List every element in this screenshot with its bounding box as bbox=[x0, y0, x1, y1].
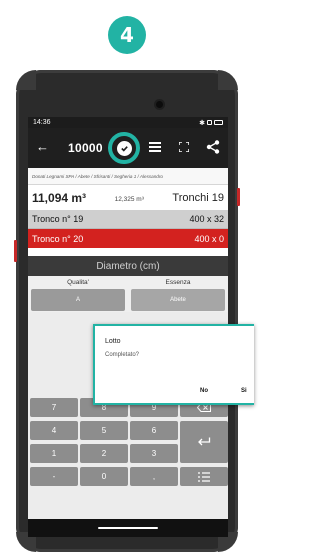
list-icon[interactable] bbox=[149, 142, 161, 153]
essenza-select[interactable]: Abete bbox=[131, 289, 225, 311]
enter-icon bbox=[198, 437, 211, 446]
key-4[interactable]: 4 bbox=[30, 421, 78, 440]
list-menu-key[interactable] bbox=[180, 467, 228, 486]
phone-bumper bbox=[218, 70, 238, 90]
row-value: 400 x 0 bbox=[194, 233, 224, 244]
diametro-field[interactable]: Diametro (cm) bbox=[28, 256, 228, 276]
battery-icon bbox=[214, 120, 223, 125]
breadcrumb-text: Donati Legnami SPA / Abete / Sfrisanti /… bbox=[32, 173, 163, 179]
qualita-header: Qualita' bbox=[67, 279, 89, 286]
complete-button[interactable] bbox=[108, 132, 140, 164]
volume-partial: 12,325 m³ bbox=[114, 196, 144, 203]
key-5[interactable]: 5 bbox=[80, 421, 128, 440]
key-1[interactable]: 1 bbox=[30, 444, 78, 463]
key-2[interactable]: 2 bbox=[80, 444, 128, 463]
essenza-header: Essenza bbox=[165, 279, 191, 286]
enter-key[interactable] bbox=[180, 421, 228, 463]
selectors: A Abete bbox=[28, 288, 228, 312]
volume-total: 11,094 m³ bbox=[32, 190, 87, 205]
confirm-dialog: Lotto Completato? No Si bbox=[93, 324, 254, 405]
row-value: 400 x 32 bbox=[189, 214, 224, 224]
wifi-icon bbox=[207, 120, 212, 125]
key-6[interactable]: 6 bbox=[130, 421, 178, 440]
key-comma[interactable]: , bbox=[130, 467, 178, 486]
phone-bumper bbox=[16, 70, 36, 90]
tronchi-count: Tronchi 19 bbox=[172, 191, 224, 204]
step-badge: 4 bbox=[108, 16, 146, 54]
selector-headers: Qualita' Essenza bbox=[28, 276, 228, 288]
key-3[interactable]: 3 bbox=[130, 444, 178, 463]
side-button bbox=[14, 240, 17, 262]
status-time: 14:36 bbox=[33, 119, 51, 126]
table-row-selected[interactable]: Tronco n° 20 400 x 0 bbox=[28, 229, 228, 248]
row-label: Tronco n° 20 bbox=[32, 233, 84, 244]
dialog-title: Lotto bbox=[105, 338, 121, 345]
diametro-label: Diametro (cm) bbox=[96, 260, 160, 272]
nav-bar bbox=[28, 519, 228, 537]
list-spacer bbox=[28, 248, 228, 256]
table-row[interactable]: Tronco n° 19 400 x 32 bbox=[28, 210, 228, 229]
fullscreen-icon[interactable] bbox=[179, 142, 189, 152]
list-menu-icon bbox=[198, 471, 210, 482]
dialog-message: Completato? bbox=[105, 352, 140, 358]
row-label: Tronco n° 19 bbox=[32, 214, 84, 224]
key-7[interactable]: 7 bbox=[30, 398, 78, 417]
log-count: 10000 bbox=[68, 141, 103, 155]
bluetooth-icon: ✱ bbox=[199, 119, 205, 127]
no-button[interactable]: No bbox=[200, 388, 208, 394]
qualita-select[interactable]: A bbox=[31, 289, 125, 311]
key-0[interactable]: 0 bbox=[80, 467, 128, 486]
share-icon[interactable] bbox=[206, 140, 220, 154]
yes-button[interactable]: Si bbox=[241, 388, 247, 394]
breadcrumb[interactable]: Donati Legnami SPA / Abete / Sfrisanti /… bbox=[28, 168, 228, 185]
summary-bar: 11,094 m³ 12,325 m³ Tronchi 19 bbox=[28, 185, 228, 210]
key-dash[interactable]: - bbox=[30, 467, 78, 486]
front-camera bbox=[156, 101, 163, 108]
app-bar: ← 10000 bbox=[28, 128, 228, 168]
back-icon[interactable]: ← bbox=[36, 140, 49, 153]
check-icon bbox=[116, 140, 132, 156]
side-button bbox=[237, 188, 240, 206]
status-bar: 14:36 ✱ bbox=[28, 117, 228, 128]
home-handle[interactable] bbox=[98, 527, 158, 529]
status-icons: ✱ bbox=[199, 119, 223, 127]
